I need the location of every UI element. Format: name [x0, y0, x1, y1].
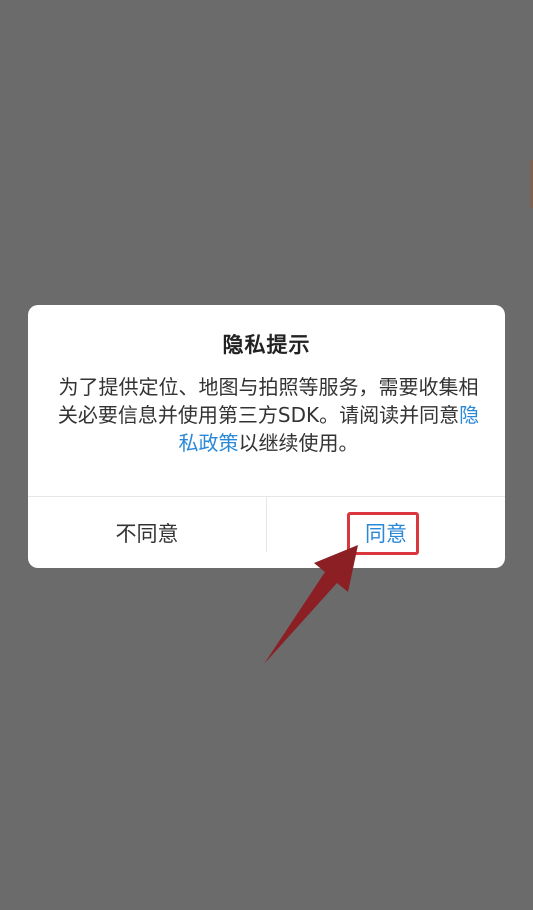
dialog-message-text: 为了提供定位、地图与拍照等服务，需要收集相关必要信息并使用第三方SDK。请阅读并… — [57, 375, 479, 427]
dialog-message: 为了提供定位、地图与拍照等服务，需要收集相关必要信息并使用第三方SDK。请阅读并… — [54, 373, 483, 457]
dialog-message-tail: 以继续使用。 — [238, 431, 359, 455]
dialog-title: 隐私提示 — [222, 333, 311, 357]
screen-backdrop: 隐私提示 为了提供定位、地图与拍照等服务，需要收集相关必要信息并使用第三方SDK… — [0, 0, 533, 910]
agree-button[interactable]: 同意 — [267, 497, 505, 568]
disagree-button[interactable]: 不同意 — [28, 497, 266, 568]
privacy-dialog: 隐私提示 为了提供定位、地图与拍照等服务，需要收集相关必要信息并使用第三方SDK… — [28, 305, 505, 568]
